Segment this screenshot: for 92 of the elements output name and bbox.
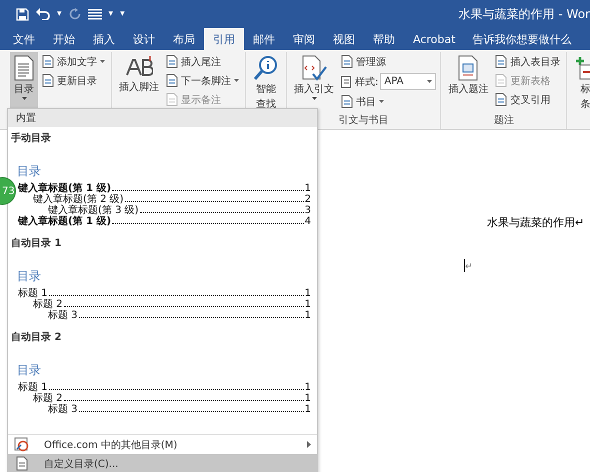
toc-preview-heading: 目录 [17,268,41,285]
toc-preview-heading: 目录 [17,362,41,379]
document-list-icon [13,55,35,81]
caret-icon [234,79,239,82]
toc-entry-text: 键入章标题(第 2 级) [33,194,124,205]
toc-entry-text: 标题 1 [18,288,48,299]
ribbon-tab[interactable]: 开始 [44,28,84,50]
ribbon-tab[interactable]: 邮件 [244,28,284,50]
document-check-icon [301,55,327,81]
ribbon-small-button[interactable]: 添加文字 [40,53,107,70]
ribbon-tab[interactable]: Acrobat [404,28,464,50]
style-dropdown[interactable]: APA [380,73,436,90]
ribbon-small-button[interactable]: 插入尾注 [164,53,241,70]
redo-icon [68,8,81,20]
document-icon [495,93,508,106]
menu-item[interactable]: Office.com 中的其他目录(M) [8,435,317,454]
layout-dropdown[interactable]: ▾ [108,9,114,19]
caret-icon [312,97,316,100]
ribbon-small-button[interactable]: 交叉引用 [493,91,562,108]
toc-gallery-item[interactable]: 自动目录 2 目录 标题 1 1 标题 2 1 标题 3 1 [8,326,317,420]
search-icon [253,55,279,81]
undo-icon[interactable] [36,8,50,20]
toc-page-number: 1 [304,288,311,299]
ribbon-tab[interactable]: 文件 [4,28,44,50]
document-icon [42,55,54,68]
undo-dropdown[interactable]: ▾ [57,9,62,19]
toc-page-number: 1 [304,183,311,194]
paragraph-mark: ↵ [465,262,473,272]
menu-section-header: 内置 [8,109,317,127]
list-icon[interactable] [88,8,102,20]
ribbon-small-button[interactable]: 下一条脚注 [164,72,241,89]
toc-page-number: 1 [304,404,311,415]
toc-entry-text: 键入章标题(第 1 级) [18,216,112,227]
caret-icon [379,100,384,103]
toc-preview-heading: 目录 [17,163,41,180]
toc-entry-text: 标题 3 [48,310,78,321]
toc-entry-text: 键入章标题(第 3 级) [48,205,139,216]
ribbon-tab[interactable]: 布局 [164,28,204,50]
ribbon-tab[interactable]: 视图 [324,28,364,50]
footnote-icon [125,55,153,79]
ribbon-large-button[interactable]: 标 条 [571,52,590,129]
toc-page-number: 4 [304,216,311,227]
caret-icon [427,80,432,83]
caret-icon [100,60,105,63]
menu-item[interactable]: 自定义目录(C)... [8,454,317,472]
ribbon-tab[interactable]: 审阅 [284,28,324,50]
ribbon-large-button[interactable]: 插入题注 [445,52,492,113]
ribbon-small-button[interactable]: 管理源 [339,53,436,70]
document-icon [341,95,353,108]
submenu-arrow-icon [307,441,311,448]
style-label: 样式: [355,76,378,88]
gallery-item-title: 手动目录 [11,132,51,145]
document-icon [495,74,508,87]
caret-icon [22,97,26,100]
toc-entry-text: 键入章标题(第 1 级) [18,183,112,194]
text-cursor [464,259,465,272]
customize-dropdown[interactable]: ▾ [120,9,125,19]
toc-page-number: 3 [304,205,311,216]
toc-page-number: 1 [304,299,311,310]
style-icon [341,76,353,88]
document-icon [341,55,353,68]
window-title: 水果与蔬菜的作用 - Wor [458,6,590,22]
ribbon-group-label: 题注 [492,114,515,128]
ribbon-tab[interactable]: 设计 [124,28,164,50]
toc-entry-text: 标题 3 [48,404,78,415]
document-icon [42,74,54,87]
gallery-item-title: 自动目录 1 [11,236,62,250]
ribbon-tab[interactable]: 帮助 [364,28,404,50]
document-image-icon [457,55,480,81]
ribbon-small-button[interactable]: 更新目录 [40,72,107,89]
toc-page-number: 2 [304,194,311,205]
document-icon [166,55,178,68]
ribbon-tab[interactable]: 引用 [204,28,244,50]
save-icon[interactable] [16,8,29,20]
document-icon [14,456,29,471]
toc-entry-text: 标题 2 [33,299,63,310]
document-text: 水果与蔬菜的作用↵ [487,215,586,230]
ribbon-small-button[interactable]: 书目 [339,93,436,110]
toc-entry-text: 标题 1 [18,382,48,393]
tell-me-field[interactable]: 告诉我你想要做什么 [470,28,590,50]
document-icon [166,93,178,106]
toc-entry-text: 标题 2 [33,393,63,404]
ribbon-tab[interactable]: 插入 [84,28,124,50]
document-icon [495,55,508,68]
toc-page-number: 1 [304,310,311,321]
gallery-item-title: 自动目录 2 [11,330,62,344]
ribbon-group-label: 引文与书目 [338,114,390,128]
toc-page-number: 1 [304,393,311,404]
ribbon-small-button[interactable]: 插入表目录 [493,53,562,70]
toc-gallery-item[interactable]: 自动目录 1 目录 标题 1 1 标题 2 1 标题 3 1 [8,232,317,326]
document-icon [166,74,178,87]
toc-page-number: 1 [304,382,311,393]
